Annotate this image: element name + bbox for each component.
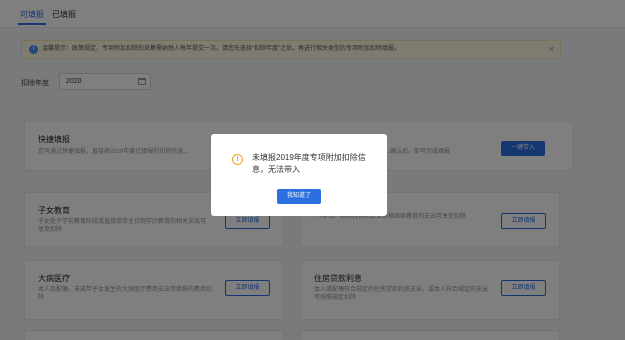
acknowledge-button[interactable]: 我知道了 — [277, 189, 321, 204]
warning-icon: ! — [232, 154, 243, 165]
alert-dialog: ! 未填报2019年度专项附加扣除信息，无法带入 我知道了 — [211, 134, 387, 216]
alert-message: 未填报2019年度专项附加扣除信息，无法带入 — [252, 153, 366, 174]
